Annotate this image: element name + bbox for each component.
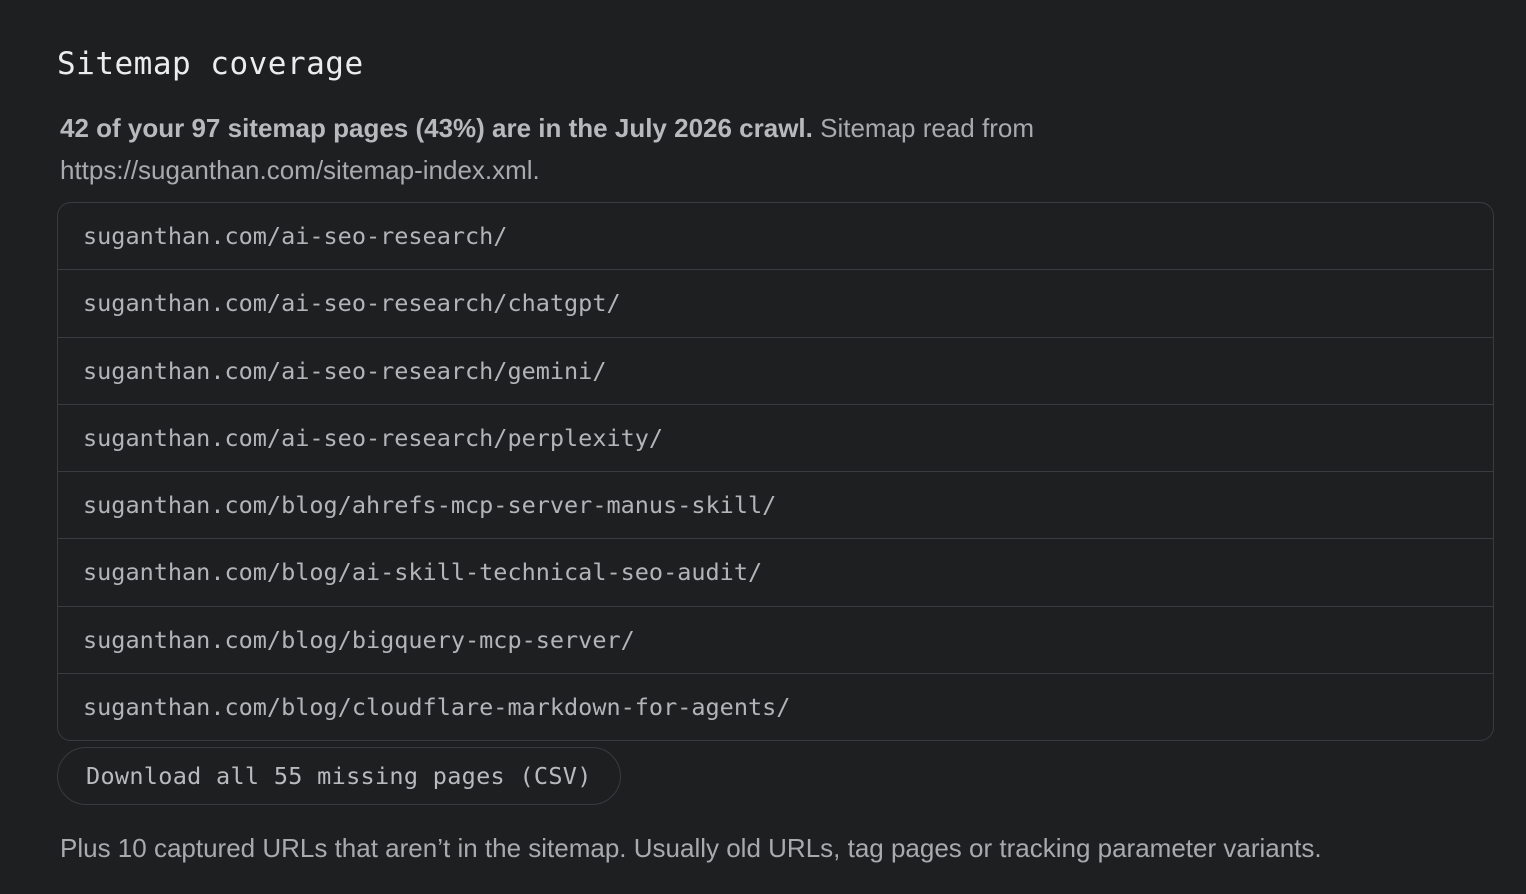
section-title: Sitemap coverage (57, 46, 364, 82)
coverage-summary: 42 of your 97 sitemap pages (43%) are in… (60, 107, 1260, 191)
url-row: suganthan.com/blog/ahrefs-mcp-server-man… (58, 472, 1493, 540)
url-row: suganthan.com/ai-seo-research/gemini/ (58, 338, 1493, 405)
url-row: suganthan.com/blog/ai-skill-technical-se… (58, 539, 1493, 607)
extra-urls-note: Plus 10 captured URLs that aren’t in the… (60, 833, 1322, 863)
url-row: suganthan.com/blog/bigquery-mcp-server/ (58, 607, 1493, 674)
url-row: suganthan.com/blog/cloudflare-markdown-f… (83, 693, 791, 722)
coverage-summary-lead: 42 of your 97 sitemap pages (43%) are in… (60, 113, 813, 143)
download-csv-button[interactable]: Download all 55 missing pages (CSV) (57, 747, 621, 805)
url-row: suganthan.com/ai-seo-research/ (58, 203, 1493, 271)
url-row: suganthan.com/ai-seo-research/chatgpt/ (58, 270, 1493, 338)
missing-url-list: suganthan.com/ai-seo-research/ suganthan… (57, 202, 1494, 741)
url-row: suganthan.com/ai-seo-research/perplexity… (58, 405, 1493, 472)
